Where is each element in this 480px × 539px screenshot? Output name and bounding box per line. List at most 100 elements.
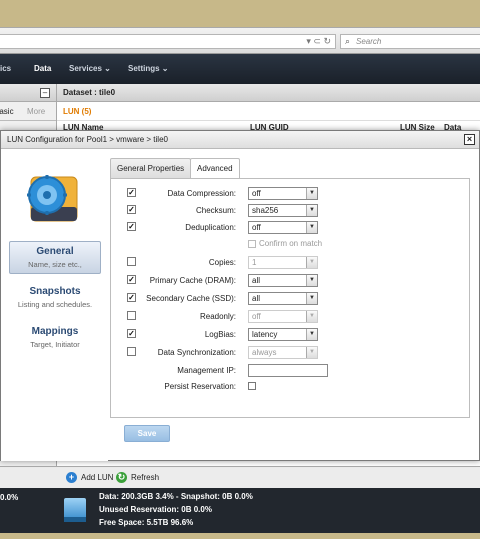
address-bar[interactable]: ▾ ⊂ ↻	[0, 34, 336, 49]
secondary-cache-checkbox[interactable]	[127, 293, 136, 302]
left-panel-tabs: Basic More	[0, 102, 56, 121]
sidebar-item-general[interactable]: General Name, size etc.,	[9, 241, 101, 274]
left-percentage: 0.0%	[0, 493, 19, 502]
add-lun-button[interactable]: + Add LUN	[66, 472, 113, 483]
unused-reservation: Unused Reservation: 0B 0.0%	[99, 505, 212, 514]
browser-search-input[interactable]: ⌕ Search	[340, 34, 480, 49]
row-confirm: Confirm on match	[111, 238, 469, 252]
chevron-down-icon: ▼	[306, 293, 317, 304]
row-readonly: Readonly: off ▼	[111, 310, 469, 324]
tab-basic[interactable]: Basic	[0, 107, 14, 116]
chevron-down-icon: ▼	[306, 222, 317, 233]
collapse-icon[interactable]: –	[40, 88, 50, 98]
row-sync: Data Synchronization: always ▼	[111, 346, 469, 360]
sidebar-title: General	[36, 246, 74, 257]
logbias-label: LogBias:	[204, 330, 236, 339]
checksum-label: Checksum:	[195, 206, 236, 215]
primary-cache-label: Primary Cache (DRAM):	[149, 276, 236, 285]
readonly-checkbox[interactable]	[127, 311, 136, 320]
refresh-button[interactable]: ↻ Refresh	[116, 472, 159, 483]
left-panel-header: –	[0, 84, 56, 102]
row-checksum: Checksum: sha256▼	[111, 204, 469, 218]
copies-checkbox[interactable]	[127, 257, 136, 266]
close-icon[interactable]: ×	[464, 134, 475, 145]
lun-toolbar: + Add LUN ↻ Refresh	[0, 466, 480, 488]
lun-gear-icon	[27, 175, 78, 222]
persist-checkbox[interactable]	[248, 382, 256, 390]
copies-label: Copies:	[208, 258, 236, 267]
advanced-form: Data Compression: off▼ Checksum: sha256▼…	[110, 178, 470, 418]
primary-cache-select[interactable]: all ▼	[248, 274, 318, 287]
secondary-cache-label: Secondary Cache (SSD):	[146, 294, 236, 303]
sync-select[interactable]: always ▼	[248, 346, 318, 359]
checksum-select[interactable]: sha256 ▼	[248, 204, 318, 217]
lun-configuration-dialog: LUN Configuration for Pool1 > vmware > t…	[0, 130, 480, 461]
refresh-label: Refresh	[131, 473, 160, 482]
mgmt-ip-input[interactable]	[248, 364, 328, 377]
logbias-checkbox[interactable]	[127, 329, 136, 338]
row-secondary-cache: Secondary Cache (SSD): all▼	[111, 292, 469, 306]
compression-label: Data Compression:	[167, 189, 236, 198]
dialog-sidebar: General Name, size etc., Snapshots Listi…	[1, 149, 108, 461]
nav-item-analytics[interactable]: ics	[0, 64, 11, 73]
chevron-down-icon: ▼	[306, 257, 317, 268]
sync-checkbox[interactable]	[127, 347, 136, 356]
checksum-checkbox[interactable]	[127, 205, 136, 214]
row-compression: Data Compression: off▼	[111, 187, 469, 201]
refresh-icon: ↻	[116, 472, 127, 483]
main-nav: ics Data Services ⌄ Settings ⌄	[0, 54, 480, 84]
row-persist: Persist Reservation:	[111, 380, 469, 394]
data-usage: Data: 200.3GB 3.4% - Snapshot: 0B 0.0%	[99, 492, 253, 501]
row-mgmt-ip: Management IP:	[111, 364, 469, 378]
sidebar-item-mappings[interactable]: Mappings Target, Initiator	[9, 322, 101, 355]
lun-count-label[interactable]: LUN (5)	[57, 102, 480, 121]
tab-general-properties[interactable]: General Properties	[110, 158, 192, 178]
tab-advanced[interactable]: Advanced	[190, 158, 240, 180]
tab-more[interactable]: More	[27, 107, 45, 116]
confirm-on-match-checkbox[interactable]: Confirm on match	[248, 239, 322, 248]
sidebar-title: Snapshots	[29, 286, 81, 297]
reload-icon[interactable]: ▾ ⊂ ↻	[306, 36, 331, 47]
dedup-checkbox[interactable]	[127, 222, 136, 231]
sidebar-title: Mappings	[31, 326, 79, 337]
add-icon: +	[66, 472, 77, 483]
nav-item-settings[interactable]: Settings ⌄	[128, 64, 169, 73]
sidebar-subtitle: Name, size etc.,	[28, 260, 82, 269]
disk-icon	[64, 498, 86, 522]
chevron-down-icon: ▼	[306, 311, 317, 322]
mgmt-ip-label: Management IP:	[177, 366, 236, 375]
search-icon: ⌕	[345, 36, 351, 46]
secondary-cache-select[interactable]: all ▼	[248, 292, 318, 305]
chevron-down-icon: ▼	[306, 329, 317, 340]
dedup-label: Deduplication:	[185, 223, 236, 232]
nav-item-data[interactable]: Data	[34, 64, 51, 73]
copies-select[interactable]: 1 ▼	[248, 256, 318, 269]
free-space: Free Space: 5.5TB 96.6%	[99, 518, 194, 527]
chevron-down-icon: ▼	[306, 205, 317, 216]
browser-toolbar: ▾ ⊂ ↻ ⌕ Search	[0, 27, 480, 54]
row-copies: Copies: 1 ▼	[111, 256, 469, 270]
sidebar-subtitle: Target, Initiator	[30, 340, 80, 349]
compression-checkbox[interactable]	[127, 188, 136, 197]
chevron-down-icon: ▼	[306, 275, 317, 286]
chevron-down-icon: ▼	[306, 347, 317, 358]
dataset-breadcrumb: Dataset : tile0	[57, 84, 480, 102]
sync-label: Data Synchronization:	[157, 348, 236, 357]
persist-label: Persist Reservation:	[164, 382, 236, 391]
compression-select[interactable]: off ▼	[248, 187, 318, 200]
dialog-title: LUN Configuration for Pool1 > vmware > t…	[1, 131, 479, 149]
dedup-select[interactable]: off ▼	[248, 221, 318, 234]
logbias-select[interactable]: latency ▼	[248, 328, 318, 341]
row-primary-cache: Primary Cache (DRAM): all▼	[111, 274, 469, 288]
nav-item-services[interactable]: Services ⌄	[69, 64, 111, 73]
pool-info-bar: 0.0% Data: 200.3GB 3.4% - Snapshot: 0B 0…	[0, 488, 480, 533]
readonly-select[interactable]: off ▼	[248, 310, 318, 323]
sidebar-item-snapshots[interactable]: Snapshots Listing and schedules.	[9, 282, 101, 315]
chevron-down-icon: ▼	[306, 188, 317, 199]
readonly-label: Readonly:	[199, 312, 236, 321]
add-lun-label: Add LUN	[81, 473, 114, 482]
row-dedup: Deduplication: off▼	[111, 221, 469, 235]
save-button[interactable]: Save	[124, 425, 170, 442]
sidebar-subtitle: Listing and schedules.	[17, 300, 93, 309]
primary-cache-checkbox[interactable]	[127, 275, 136, 284]
